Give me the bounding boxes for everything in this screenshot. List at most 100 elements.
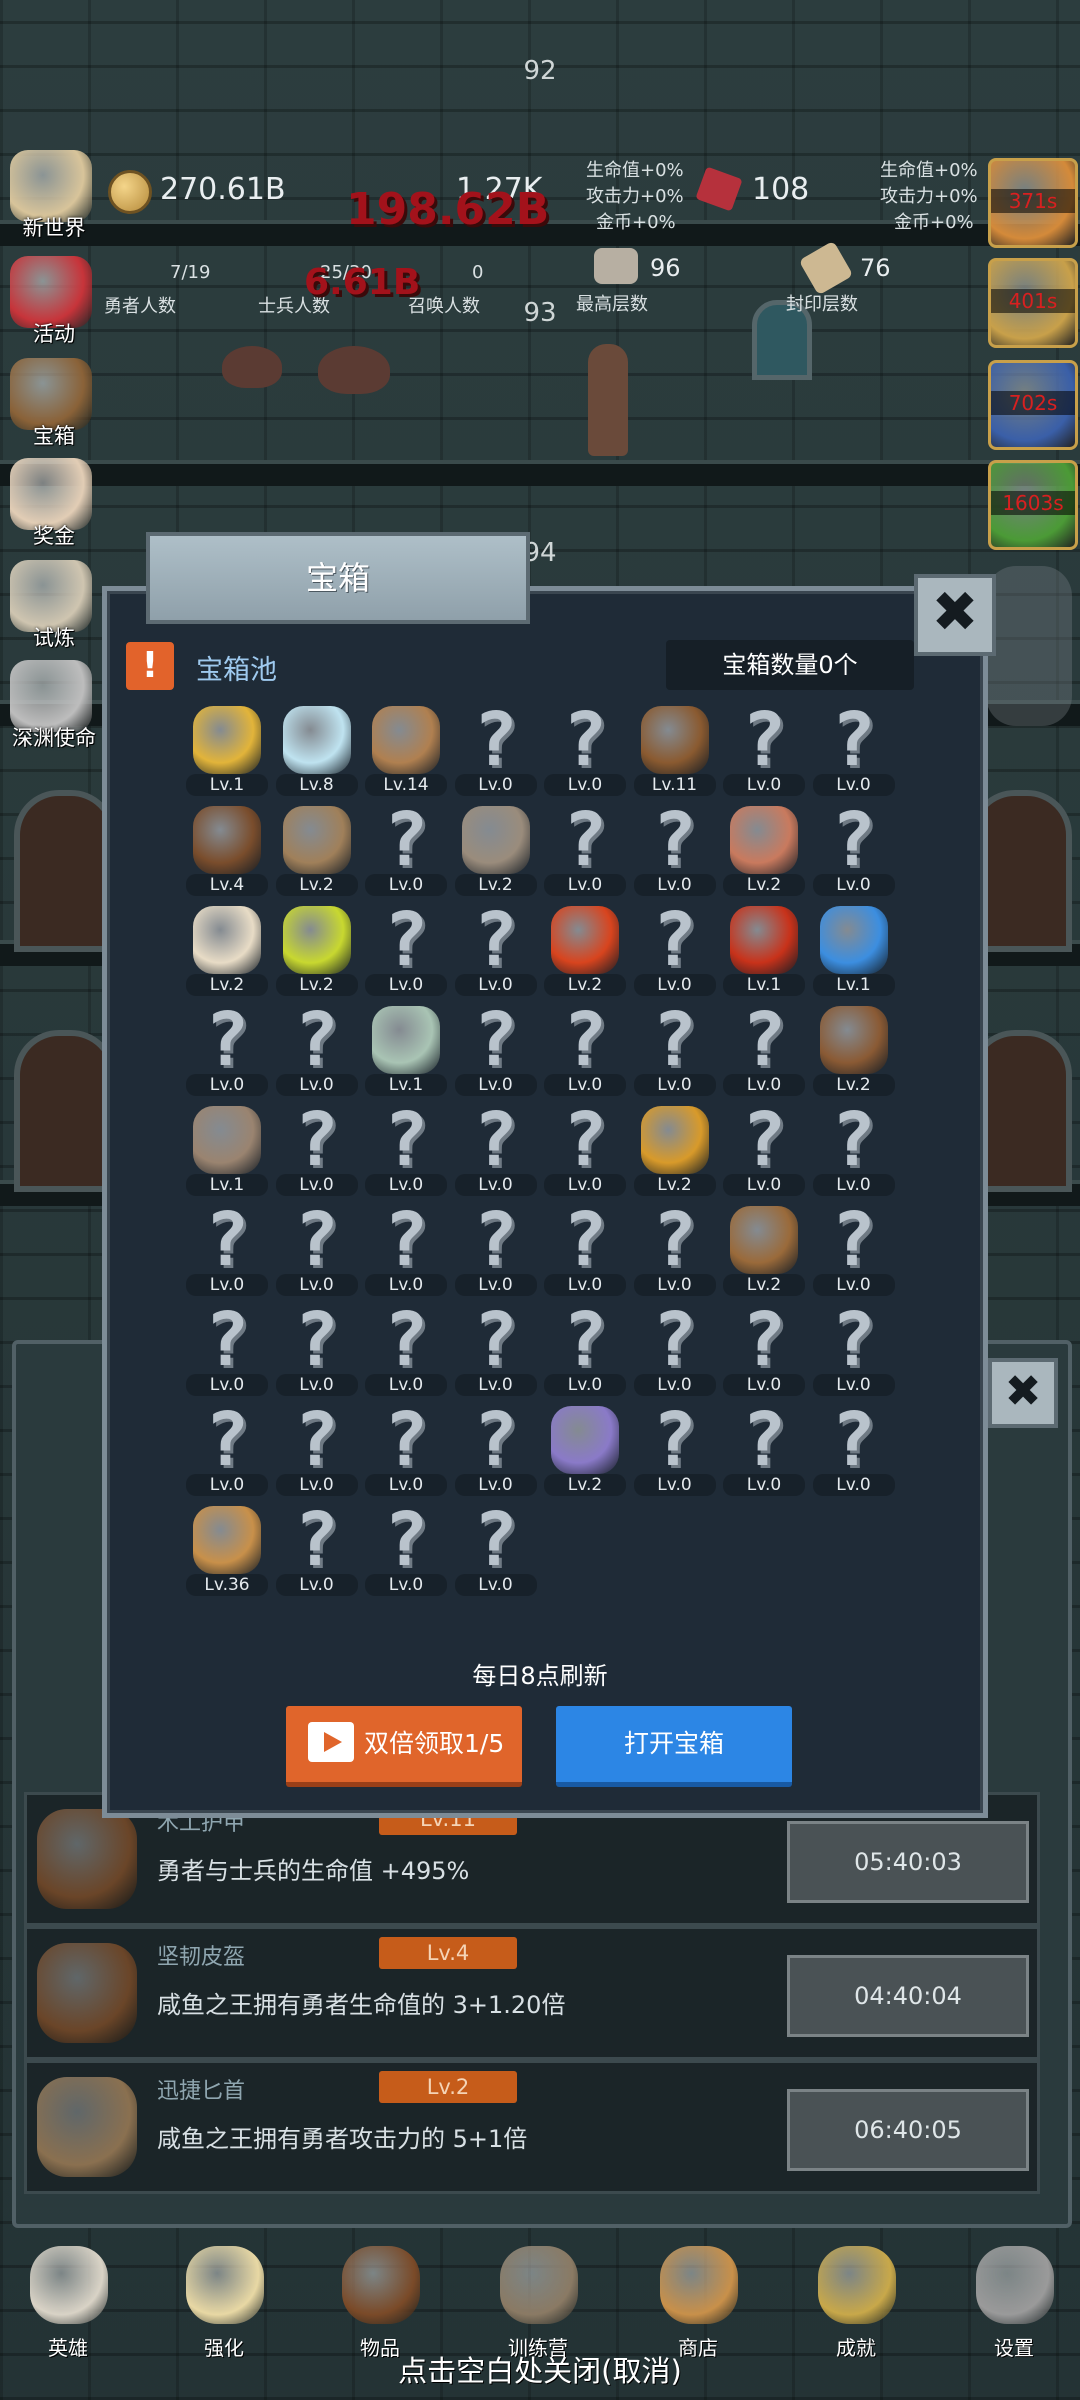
item-slot[interactable]: Lv.2: [274, 800, 360, 896]
nav-book[interactable]: 物品: [320, 2236, 440, 2360]
item-slot[interactable]: Lv.2: [453, 800, 539, 896]
item-slot[interactable]: ? Lv.0: [184, 1000, 270, 1096]
item-slot[interactable]: ? Lv.0: [184, 1400, 270, 1496]
item-slot[interactable]: ? Lv.0: [274, 1200, 360, 1296]
item-slot[interactable]: Lv.1: [184, 1100, 270, 1196]
item-slot[interactable]: ? Lv.0: [363, 900, 449, 996]
nav-candle[interactable]: 强化: [164, 2236, 284, 2360]
list-item[interactable]: 迅捷匕首 Lv.2 咸鱼之王拥有勇者攻击力的 5+1倍 06:40:05: [24, 2060, 1040, 2194]
item-slot[interactable]: ? Lv.0: [811, 1300, 897, 1396]
boost-timer-3[interactable]: 702s: [988, 360, 1078, 450]
item-slot[interactable]: ? Lv.0: [184, 1300, 270, 1396]
item-slot[interactable]: Lv.2: [811, 1000, 897, 1096]
item-slot[interactable]: Lv.2: [184, 900, 270, 996]
menu-abyss-mission[interactable]: 深渊使命: [4, 660, 102, 756]
item-slot[interactable]: ? Lv.0: [453, 1000, 539, 1096]
item-slot[interactable]: ? Lv.0: [811, 1400, 897, 1496]
menu-new-world[interactable]: 新世界: [4, 150, 102, 246]
item-slot[interactable]: Lv.1: [721, 900, 807, 996]
exclamation-icon[interactable]: !: [126, 642, 174, 690]
menu-chest[interactable]: 宝箱: [4, 358, 102, 454]
item-slot[interactable]: ? Lv.0: [632, 800, 718, 896]
item-slot[interactable]: ? Lv.0: [363, 800, 449, 896]
item-slot[interactable]: Lv.2: [721, 800, 807, 896]
item-slot[interactable]: Lv.2: [542, 900, 628, 996]
item-slot[interactable]: ? Lv.0: [542, 800, 628, 896]
item-slot[interactable]: Lv.1: [184, 700, 270, 796]
item-slot[interactable]: Lv.2: [632, 1100, 718, 1196]
item-slot[interactable]: Lv.8: [274, 700, 360, 796]
item-slot[interactable]: ? Lv.0: [721, 1100, 807, 1196]
item-slot[interactable]: ? Lv.0: [811, 1200, 897, 1296]
item-slot[interactable]: ? Lv.0: [363, 1100, 449, 1196]
item-slot[interactable]: ? Lv.0: [453, 1400, 539, 1496]
close-hint[interactable]: 点击空白处关闭(取消): [0, 2348, 1080, 2390]
item-slot[interactable]: ? Lv.0: [453, 1200, 539, 1296]
nav-beer-mug[interactable]: 商店: [638, 2236, 758, 2360]
nav-skull[interactable]: 英雄: [8, 2236, 128, 2360]
item-slot[interactable]: ? Lv.0: [453, 900, 539, 996]
item-slot[interactable]: ? Lv.0: [721, 700, 807, 796]
open-chest-button[interactable]: 打开宝箱: [556, 1706, 792, 1787]
item-slot[interactable]: ? Lv.0: [453, 1100, 539, 1196]
item-slot[interactable]: ? Lv.0: [363, 1500, 449, 1596]
item-slot[interactable]: ? Lv.0: [274, 1000, 360, 1096]
item-timer-button[interactable]: 06:40:05: [787, 2089, 1029, 2171]
item-slot[interactable]: ? Lv.0: [274, 1300, 360, 1396]
item-slot[interactable]: ? Lv.0: [363, 1200, 449, 1296]
item-slot[interactable]: ? Lv.0: [453, 1500, 539, 1596]
item-slot[interactable]: ? Lv.0: [542, 1100, 628, 1196]
item-slot[interactable]: Lv.1: [363, 1000, 449, 1096]
item-slot[interactable]: ? Lv.0: [811, 1100, 897, 1196]
modal-close-button[interactable]: ✖: [914, 574, 996, 656]
scroll-arrows[interactable]: [986, 566, 1072, 726]
menu-activity[interactable]: 活动: [4, 256, 102, 352]
item-slot[interactable]: Lv.1: [811, 900, 897, 996]
item-slot[interactable]: ? Lv.0: [632, 900, 718, 996]
item-slot[interactable]: ? Lv.0: [542, 700, 628, 796]
item-slot[interactable]: ? Lv.0: [632, 1400, 718, 1496]
item-slot[interactable]: ? Lv.0: [542, 1300, 628, 1396]
item-slot[interactable]: ? Lv.0: [721, 1000, 807, 1096]
item-slot[interactable]: ? Lv.0: [363, 1300, 449, 1396]
item-slot[interactable]: ? Lv.0: [184, 1200, 270, 1296]
item-slot[interactable]: ? Lv.0: [811, 800, 897, 896]
nav-gear[interactable]: 设置: [954, 2236, 1074, 2360]
item-slot[interactable]: ? Lv.0: [721, 1300, 807, 1396]
item-slot[interactable]: Lv.2: [274, 900, 360, 996]
item-slot[interactable]: Lv.4: [184, 800, 270, 896]
item-timer-button[interactable]: 04:40:04: [787, 1955, 1029, 2037]
boost-timer-1[interactable]: 371s: [988, 158, 1078, 248]
menu-bonus[interactable]: 奖金: [4, 458, 102, 554]
item-slot[interactable]: Lv.14: [363, 700, 449, 796]
item-slot[interactable]: ? Lv.0: [542, 1000, 628, 1096]
boost-timer-4[interactable]: 1603s: [988, 460, 1078, 550]
boost-timer-2[interactable]: 401s: [988, 258, 1078, 348]
panel-close-button[interactable]: ✖: [988, 1358, 1058, 1428]
item-slot[interactable]: ? Lv.0: [453, 1300, 539, 1396]
item-timer-button[interactable]: 05:40:03: [787, 1821, 1029, 1903]
item-slot[interactable]: ? Lv.0: [274, 1400, 360, 1496]
item-slot[interactable]: ? Lv.0: [274, 1500, 360, 1596]
item-slot[interactable]: Lv.36: [184, 1500, 270, 1596]
item-slot[interactable]: Lv.11: [632, 700, 718, 796]
item-slot[interactable]: Lv.2: [721, 1200, 807, 1296]
item-slot[interactable]: ? Lv.0: [632, 1200, 718, 1296]
item-level: Lv.0: [544, 774, 626, 796]
item-slot[interactable]: ? Lv.0: [632, 1000, 718, 1096]
double-claim-button[interactable]: 双倍领取1/5: [286, 1706, 522, 1787]
item-slot[interactable]: ? Lv.0: [721, 1400, 807, 1496]
item-slot[interactable]: ? Lv.0: [811, 700, 897, 796]
item-level: Lv.0: [454, 1274, 537, 1296]
item-slot[interactable]: ? Lv.0: [274, 1100, 360, 1196]
item-slot[interactable]: ? Lv.0: [453, 700, 539, 796]
item-slot[interactable]: Lv.2: [542, 1400, 628, 1496]
nav-lantern[interactable]: 训练营: [478, 2236, 598, 2360]
list-item[interactable]: 坚韧皮盔 Lv.4 咸鱼之王拥有勇者生命值的 3+1.20倍 04:40:04: [24, 1926, 1040, 2060]
damage-number: 198.62B: [346, 184, 550, 235]
item-slot[interactable]: ? Lv.0: [363, 1400, 449, 1496]
item-slot[interactable]: ? Lv.0: [542, 1200, 628, 1296]
item-slot[interactable]: ? Lv.0: [632, 1300, 718, 1396]
menu-trial[interactable]: 试炼: [4, 560, 102, 656]
nav-key[interactable]: 成就: [796, 2236, 916, 2360]
